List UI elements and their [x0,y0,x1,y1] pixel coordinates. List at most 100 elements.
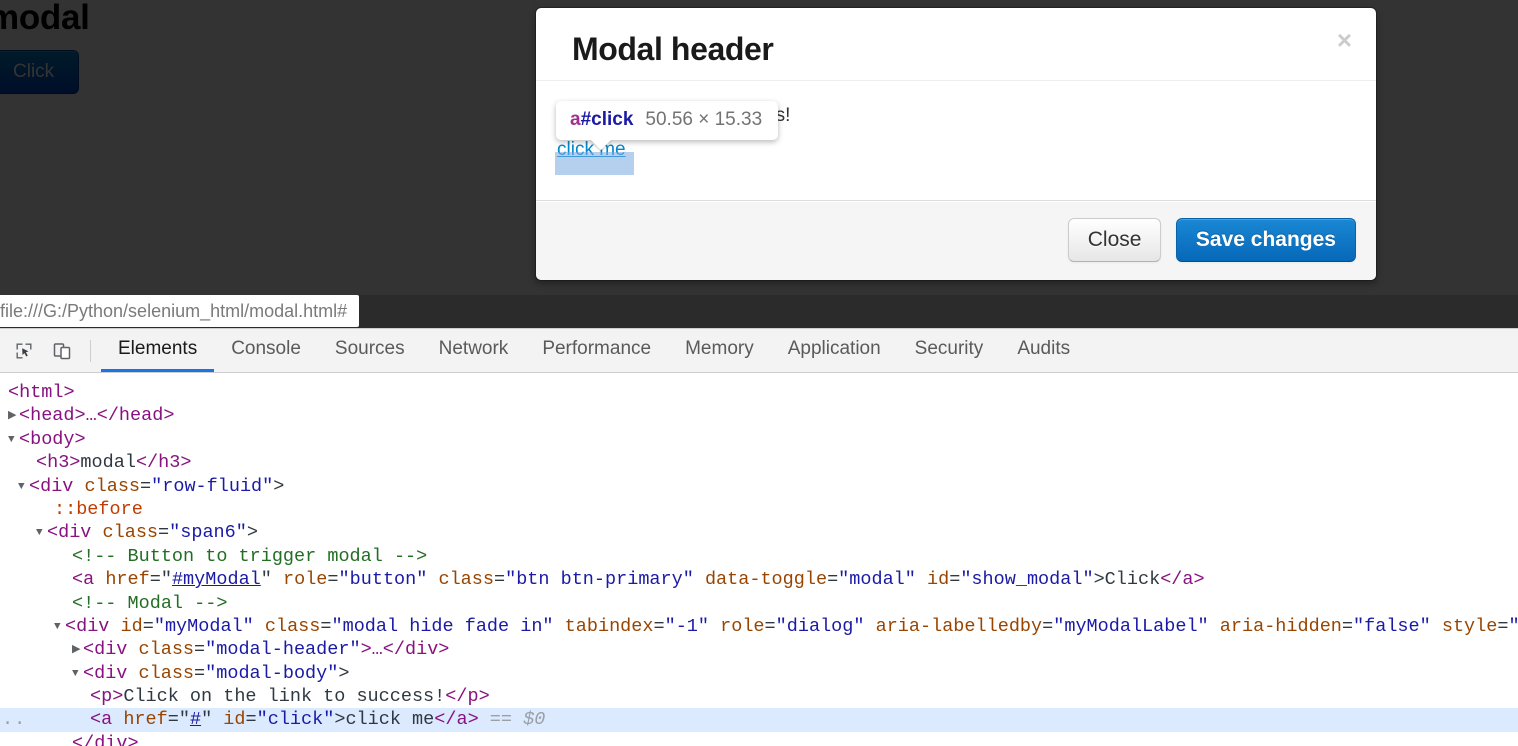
status-bar-url: file:///G:/Python/selenium_html/modal.ht… [0,295,360,327]
elements-dom-tree[interactable]: <html> ▶ <head>…</head> ▼ <body> <h3>modal… [0,373,1518,746]
device-toolbar-icon[interactable] [48,337,76,365]
dom-attr-id: id [927,569,950,591]
devtools-toolbar: Elements Console Sources Network Perform… [0,329,1518,373]
expand-triangle-head[interactable]: ▶ [8,405,19,428]
modal-title: Modal header [572,31,774,67]
dom-pseudo-before: ::before [54,498,143,520]
close-icon[interactable]: × [1337,27,1352,53]
expand-triangle-body[interactable]: ▼ [8,429,19,452]
dom-node-span6[interactable]: ▼ <div class="span6"> [0,521,1518,544]
dom-attr-style: style [1441,615,1498,637]
element-info-tooltip: a#click 50.56 × 15.33 [556,101,779,140]
dom-val-data-toggle: "modal" [838,569,916,591]
dom-selected-marker: == $0 [489,709,546,731]
dom-gutter-dots: .. [2,709,27,731]
dom-val-tabindex: "-1" [664,615,710,637]
dom-val-modal-header: "modal-header" [205,639,361,661]
dom-gt-2: > [246,522,258,544]
dom-val-href-mymodal[interactable]: #myModal [172,569,261,590]
dom-node-modal-body[interactable]: ▼ <div class="modal-body"> [0,662,1518,685]
dom-node-before-pseudo[interactable]: ::before [0,498,1518,521]
dom-attr-class-5: class [138,639,195,661]
dom-val-modal-body: "modal-body" [205,662,339,684]
dom-node-modal-header[interactable]: ▶ <div class="modal-header">…</div> [0,638,1518,661]
close-button[interactable]: Close [1067,218,1162,262]
dom-tag-html: <html> [8,382,75,403]
expand-triangle-row-fluid[interactable]: ▼ [18,476,29,499]
dom-node-h3[interactable]: <h3>modal</h3> [0,451,1518,474]
dom-val-role: "button" [338,569,428,591]
tab-memory[interactable]: Memory [668,329,771,372]
dom-tag-div-open-5: <div [83,662,139,684]
expand-triangle-span6[interactable]: ▼ [36,522,47,545]
modal-footer: Close Save changes [536,200,1376,280]
dom-node-anchor-click-selected[interactable]: .. <a href="#" id="click">click me</a> ==… [0,708,1518,732]
tab-network[interactable]: Network [422,329,526,372]
modal-dialog: Modal header × Click on the link to succ… [535,7,1377,281]
dom-node-paragraph[interactable]: <p>Click on the link to success!</p> [0,685,1518,708]
tab-elements[interactable]: Elements [101,329,215,372]
tab-console[interactable]: Console [214,329,318,372]
dom-val-row-fluid: "row-fluid" [151,475,274,497]
dom-node-comment-trigger[interactable]: <!-- Button to trigger modal --> [0,545,1518,568]
dom-val-id-show-modal: "show_modal" [960,569,1094,591]
dom-tag-a-close: </a> [1160,569,1205,591]
dom-node-body[interactable]: ▼ <body> [0,428,1518,451]
dom-attr-role-2: role [720,615,765,637]
tab-application[interactable]: Application [771,329,898,372]
expand-triangle-modal-body[interactable]: ▼ [72,663,83,686]
dom-attr-aria-hidden: aria-hidden [1219,615,1342,637]
dom-node-mymodal[interactable]: ▼ <div id="myModal" class="modal hide fad… [0,615,1518,638]
dom-val-id-click: "click" [256,709,335,731]
dom-attr-role: role [283,569,328,591]
dom-attr-tabindex: tabindex [564,615,654,637]
tooltip-tag-name: a [570,109,581,130]
dom-tag-a-close-2: </a> [434,709,479,731]
dom-text-click-me: click me [345,709,435,731]
tab-performance[interactable]: Performance [525,329,668,372]
dom-node-div-close[interactable]: </div> [0,732,1518,746]
save-changes-button[interactable]: Save changes [1175,218,1356,262]
dom-attr-aria-labelledby: aria-labelledby [875,615,1043,637]
dom-node-html[interactable]: <html> [0,381,1518,404]
dom-tag-div-open-3: <div [65,615,121,637]
expand-triangle-mymodal[interactable]: ▼ [54,616,65,639]
tooltip-dimensions: 50.56 × 15.33 [645,109,763,130]
tab-audits[interactable]: Audits [1000,329,1087,372]
dom-node-head[interactable]: ▶ <head>…</head> [0,404,1518,427]
dom-tag-div-open-4: <div [83,639,139,661]
dom-val-aria-labelledby: "myModalLabel" [1053,615,1209,637]
dom-attr-href: href [105,569,150,591]
dom-gt-4: > [334,709,346,731]
dom-node-row-fluid[interactable]: ▼ <div class="row-fluid"> [0,475,1518,498]
dom-text-h3: modal [80,452,136,474]
devtools-panel: Elements Console Sources Network Perform… [0,328,1518,746]
dom-val-class-modal: "modal hide fade in" [331,615,554,637]
tab-sources[interactable]: Sources [318,329,422,372]
dom-tag-div-open-2: <div [47,522,103,544]
dom-tag-p-close: </p> [445,686,490,708]
dom-eq: = [140,475,152,497]
dom-gt: > [273,475,285,497]
dom-attr-id-3: id [223,709,246,731]
tab-security[interactable]: Security [898,329,1001,372]
dom-tag-h3-open: <h3> [36,452,81,474]
dom-val-id-mymodal: "myModal" [153,615,254,637]
modal-body: Click on the link to success! click me [536,81,1376,200]
inspect-element-icon[interactable] [10,337,38,365]
dom-attr-class-6: class [138,662,195,684]
dom-val-aria-hidden: "false" [1353,615,1431,637]
dom-text-paragraph: Click on the link to success! [123,686,446,708]
dom-val-role-dialog: "dialog" [775,615,865,637]
dom-attr-class-3: class [438,569,494,591]
dom-node-anchor-show-modal[interactable]: <a href="#myModal" role="button" class="… [0,568,1518,591]
dom-attr-class-2: class [102,522,159,544]
dom-attr-id-2: id [120,615,143,637]
dom-node-comment-modal[interactable]: <!-- Modal --> [0,592,1518,615]
dom-attr-href-2: href [123,709,168,731]
dom-val-href-hash[interactable]: # [190,709,201,730]
expand-triangle-modal-header[interactable]: ▶ [72,639,83,662]
status-bar: file:///G:/Python/selenium_html/modal.ht… [0,295,1518,328]
dom-tag-a-open-2: <a [90,709,124,731]
devtools-tab-bar: Elements Console Sources Network Perform… [101,329,1087,372]
